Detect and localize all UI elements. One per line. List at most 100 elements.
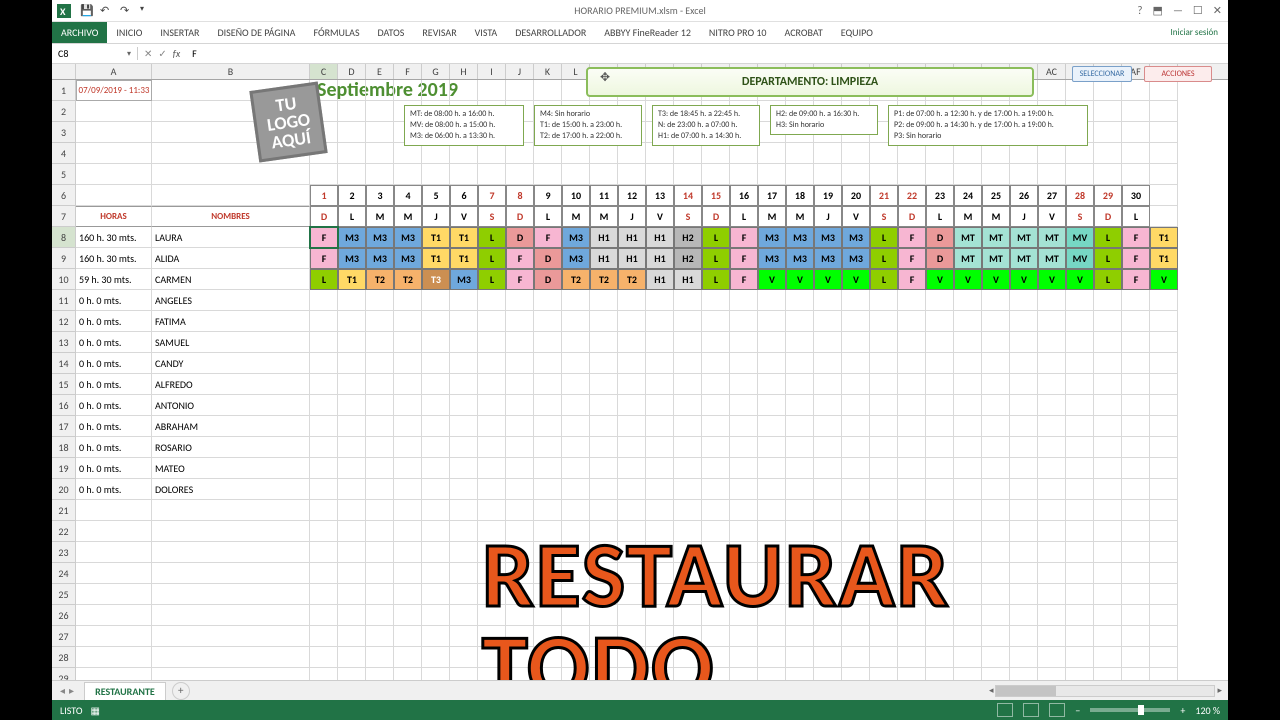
cell-AE17[interactable] [1094, 416, 1122, 437]
cell-Y5[interactable] [926, 164, 954, 185]
cell-AC20[interactable] [1038, 479, 1066, 500]
undo-icon[interactable]: ↶ [100, 4, 114, 18]
cell-G18[interactable] [422, 437, 450, 458]
cell-AA20[interactable] [982, 479, 1010, 500]
cell-AE19[interactable] [1094, 458, 1122, 479]
cell-AG11[interactable] [1150, 290, 1178, 311]
cell-Z29[interactable] [954, 668, 982, 680]
cell-T4[interactable] [786, 143, 814, 164]
cell-D7[interactable]: L [338, 206, 366, 227]
cell-E10[interactable]: T2 [366, 269, 394, 290]
cell-K19[interactable] [534, 458, 562, 479]
cell-P8[interactable]: H2 [674, 227, 702, 248]
cell-T13[interactable] [786, 332, 814, 353]
cell-K8[interactable]: F [534, 227, 562, 248]
cell-D9[interactable]: M3 [338, 248, 366, 269]
cell-C10[interactable]: L [310, 269, 338, 290]
cell-Z6[interactable]: 24 [954, 185, 982, 206]
cell-AE20[interactable] [1094, 479, 1122, 500]
cell-F9[interactable]: M3 [394, 248, 422, 269]
cell-J1[interactable] [506, 80, 534, 101]
cell-O17[interactable] [646, 416, 674, 437]
cell-Q12[interactable] [702, 311, 730, 332]
tab-nitro[interactable]: NITRO PRO 10 [700, 22, 776, 43]
cell-X7[interactable]: D [898, 206, 926, 227]
cell-H19[interactable] [450, 458, 478, 479]
cell-AG29[interactable] [1150, 668, 1178, 680]
accept-formula-icon[interactable]: ✓ [158, 47, 166, 60]
cell-D14[interactable] [338, 353, 366, 374]
cell-D23[interactable] [338, 542, 366, 563]
cell-AC5[interactable] [1038, 164, 1066, 185]
cell-I14[interactable] [478, 353, 506, 374]
cell-V11[interactable] [842, 290, 870, 311]
cell-Q20[interactable] [702, 479, 730, 500]
cell-F17[interactable] [394, 416, 422, 437]
cell-F27[interactable] [394, 626, 422, 647]
cell-C12[interactable] [310, 311, 338, 332]
cell-Y20[interactable] [926, 479, 954, 500]
zoom-out-icon[interactable]: − [1075, 704, 1080, 717]
cell-AC17[interactable] [1038, 416, 1066, 437]
cell-AD28[interactable] [1066, 647, 1094, 668]
select-button[interactable]: SELECCIONAR [1072, 66, 1132, 82]
cell-F25[interactable] [394, 584, 422, 605]
cell-N14[interactable] [618, 353, 646, 374]
cell-N5[interactable] [618, 164, 646, 185]
cell-R20[interactable] [730, 479, 758, 500]
cell-AC9[interactable]: MT [1038, 248, 1066, 269]
cell-U19[interactable] [814, 458, 842, 479]
cell-AD9[interactable]: MV [1066, 248, 1094, 269]
column-header-F[interactable]: F [394, 64, 422, 79]
column-header-C[interactable]: C [310, 64, 338, 79]
cell-B7[interactable]: NOMBRES [152, 206, 310, 227]
cell-AF26[interactable] [1122, 605, 1150, 626]
cell-G13[interactable] [422, 332, 450, 353]
row-header-1[interactable]: 1 [52, 80, 76, 101]
cell-AD10[interactable]: V [1066, 269, 1094, 290]
tab-abbyy[interactable]: ABBYY FineReader 12 [595, 22, 700, 43]
cell-H20[interactable] [450, 479, 478, 500]
cell-AA24[interactable] [982, 563, 1010, 584]
cell-A17[interactable]: 0 h. 0 mts. [76, 416, 152, 437]
cell-H11[interactable] [450, 290, 478, 311]
cell-AC1[interactable] [1038, 80, 1066, 101]
cell-M8[interactable]: H1 [590, 227, 618, 248]
cell-AF11[interactable] [1122, 290, 1150, 311]
cell-F24[interactable] [394, 563, 422, 584]
cell-U11[interactable] [814, 290, 842, 311]
cell-Y18[interactable] [926, 437, 954, 458]
cell-F15[interactable] [394, 374, 422, 395]
cell-B11[interactable]: ANGELES [152, 290, 310, 311]
cell-K20[interactable] [534, 479, 562, 500]
cell-M7[interactable]: M [590, 206, 618, 227]
row-header-21[interactable]: 21 [52, 500, 76, 521]
cell-AF2[interactable] [1122, 101, 1150, 122]
tab-datos[interactable]: DATOS [369, 22, 414, 43]
cell-AF12[interactable] [1122, 311, 1150, 332]
cell-C25[interactable] [310, 584, 338, 605]
cell-AC11[interactable] [1038, 290, 1066, 311]
cell-R5[interactable] [730, 164, 758, 185]
zoom-value[interactable]: 120 % [1195, 704, 1220, 717]
cell-N11[interactable] [618, 290, 646, 311]
cell-AF25[interactable] [1122, 584, 1150, 605]
cell-C28[interactable] [310, 647, 338, 668]
cell-AF7[interactable]: L [1122, 206, 1150, 227]
cell-F1[interactable] [394, 80, 422, 101]
cell-L16[interactable] [562, 395, 590, 416]
cell-H10[interactable]: M3 [450, 269, 478, 290]
cell-G11[interactable] [422, 290, 450, 311]
cell-V18[interactable] [842, 437, 870, 458]
cell-A2[interactable] [76, 101, 152, 122]
cell-J11[interactable] [506, 290, 534, 311]
cell-F21[interactable] [394, 500, 422, 521]
cell-E5[interactable] [366, 164, 394, 185]
tab-desarrollador[interactable]: DESARROLLADOR [506, 22, 595, 43]
cell-X12[interactable] [898, 311, 926, 332]
cell-E20[interactable] [366, 479, 394, 500]
cell-P10[interactable]: H1 [674, 269, 702, 290]
cell-T9[interactable]: M3 [786, 248, 814, 269]
cell-C24[interactable] [310, 563, 338, 584]
view-pagebreak-icon[interactable] [1049, 703, 1065, 717]
